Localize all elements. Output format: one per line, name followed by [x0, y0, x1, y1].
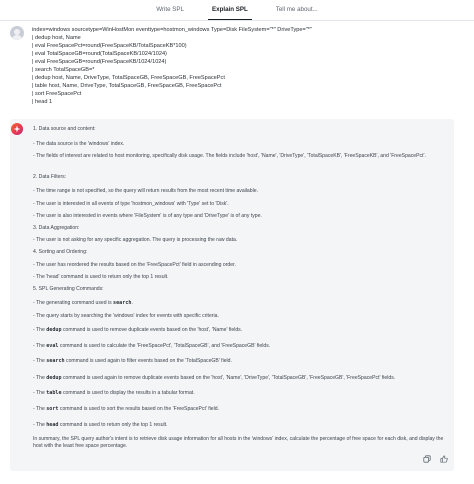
- assistant-message: 1. Data source and content: - The data s…: [10, 119, 454, 471]
- section-heading: 3. Data Aggregation:: [33, 225, 80, 231]
- query-line: index=windows sourcetype=WinHostMon even…: [32, 27, 312, 33]
- item-text: .: [131, 300, 133, 306]
- item-text: - The: [33, 343, 47, 349]
- item-text: command is used to remove duplicate even…: [61, 327, 243, 333]
- item-text: command is used to sort the results base…: [58, 406, 220, 412]
- tab-tell-me-about[interactable]: Tell me about...: [262, 0, 332, 20]
- list-item: - The dedup command is used again to rem…: [33, 375, 395, 381]
- summary-text: In summary, the SPL query author's inten…: [33, 436, 444, 450]
- thumbs-feedback-icon[interactable]: [440, 455, 448, 463]
- list-item: - The user is also interested in events …: [33, 213, 262, 219]
- list-item: - The eval command is used to calculate …: [33, 343, 270, 349]
- command-code: sort: [46, 406, 59, 412]
- query-line: | sort FreeSpacePct: [32, 91, 82, 98]
- list-item: - The generating command used is search.: [33, 300, 133, 306]
- list-item: - The dedup command is used to remove du…: [33, 327, 242, 333]
- query-line: | eval TotalSpaceGB=round(TotalSpaceKB/1…: [32, 51, 167, 58]
- command-code: search: [46, 358, 65, 364]
- message-actions: [423, 455, 448, 463]
- list-item: - The search command is used again to fi…: [33, 358, 232, 364]
- item-text: - The: [33, 422, 47, 428]
- query-line: | search TotalSpaceGB=*: [32, 67, 95, 74]
- list-item: - The data source is the 'windows' index…: [33, 141, 125, 147]
- list-item: - The 'head' command is used to return o…: [33, 274, 169, 280]
- user-avatar-icon: [10, 26, 24, 40]
- list-item: - The user is not asking for any specifi…: [33, 237, 238, 243]
- item-text: command is used again to remove duplicat…: [61, 375, 396, 381]
- section-heading: 1. Data source and content:: [33, 126, 96, 132]
- list-item: - The fields of interest are related to …: [33, 153, 426, 159]
- list-item: - The head command is used to return onl…: [33, 422, 168, 428]
- list-item: - The query starts by searching the 'win…: [33, 313, 219, 319]
- assistant-sparkle-icon: [11, 123, 23, 135]
- item-text: - The: [33, 390, 47, 396]
- item-text: - The: [33, 375, 47, 381]
- tab-explain-spl[interactable]: Explain SPL: [198, 0, 262, 20]
- list-item: - The time range is not specified, so th…: [33, 188, 258, 194]
- section-heading: 4. Sorting and Ordering:: [33, 249, 88, 255]
- query-line: | dedup host, Name, DriveType, TotalSpac…: [32, 75, 225, 82]
- section-heading: 2. Data Filters:: [33, 174, 67, 180]
- list-item: - The table command is used to display t…: [33, 390, 195, 396]
- item-text: - The: [33, 358, 47, 364]
- item-text: command is used to return only the top 1…: [58, 422, 168, 428]
- list-item: - The user has reordered the results bas…: [33, 262, 236, 268]
- command-code: dedup: [46, 327, 62, 333]
- mode-tabs: Write SPL Explain SPL Tell me about...: [0, 0, 474, 21]
- query-line: | eval FreeSpaceGB=round(FreeSpaceKB/102…: [32, 59, 167, 66]
- spl-query: index=windows sourcetype=WinHostMon even…: [32, 26, 462, 106]
- tab-write-spl[interactable]: Write SPL: [142, 0, 198, 20]
- command-code: eval: [46, 343, 59, 349]
- item-text: - The: [33, 406, 47, 412]
- item-text: - The generating command used is: [33, 300, 114, 306]
- item-text: command is used to calculate the 'FreeSp…: [58, 343, 271, 349]
- list-item: - The user is interested in all events o…: [33, 201, 229, 207]
- command-code: search: [113, 300, 132, 306]
- item-text: command is used to display the results i…: [61, 390, 195, 396]
- command-code: dedup: [46, 375, 62, 381]
- item-text: - The: [33, 327, 47, 333]
- command-code: head: [46, 422, 59, 428]
- query-line: | table host, Name, DriveType, TotalSpac…: [32, 83, 222, 90]
- command-code: table: [46, 390, 62, 396]
- query-line: | head 1: [32, 99, 53, 106]
- query-line: | dedup host, Name: [32, 35, 81, 42]
- item-text: command is used again to filter events b…: [64, 358, 232, 364]
- section-heading: 5. SPL Generating Commands:: [33, 286, 104, 292]
- copy-icon[interactable]: [423, 455, 431, 463]
- list-item: - The sort command is used to sort the r…: [33, 406, 219, 412]
- query-line: | eval FreeSpacePct=round(FreeSpaceKB/To…: [32, 43, 187, 50]
